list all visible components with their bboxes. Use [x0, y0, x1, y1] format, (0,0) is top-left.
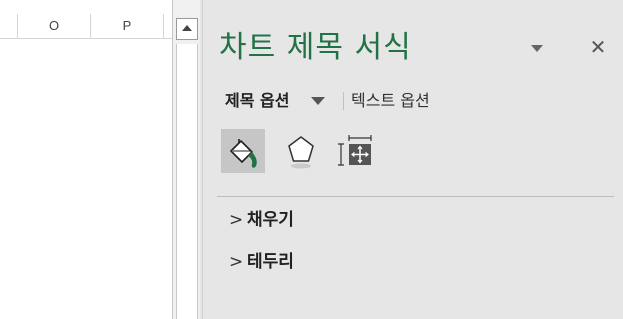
effects-icon — [288, 136, 314, 169]
column-header-partial[interactable] — [0, 14, 18, 38]
pane-close-button[interactable]: ✕ — [587, 36, 609, 58]
fill-line-button[interactable] — [221, 129, 265, 173]
tab-title-options[interactable]: 제목 옵션 — [225, 90, 289, 112]
fill-line-icon — [230, 139, 257, 168]
vertical-scrollbar[interactable] — [172, 0, 200, 319]
scrollbar-track[interactable] — [176, 44, 198, 319]
column-header-o[interactable]: O — [18, 14, 91, 38]
tab-text-options[interactable]: 텍스트 옵션 — [351, 90, 430, 112]
cell-grid[interactable] — [0, 39, 172, 319]
format-chart-title-pane: 차트 제목 서식 ✕ 제목 옵션 텍스트 옵션 > 채우기 > 테두리 — [202, 0, 623, 319]
border-section-header[interactable]: > 테두리 — [229, 250, 294, 274]
column-header-row: O P — [0, 14, 172, 39]
caret-down-icon — [531, 45, 543, 52]
close-icon: ✕ — [589, 35, 607, 59]
column-header-p[interactable]: P — [91, 14, 164, 38]
chevron-right-icon: > — [229, 210, 244, 230]
fill-section-label: 채우기 — [247, 210, 294, 230]
caret-down-icon[interactable] — [311, 97, 325, 105]
arrow-up-icon — [182, 25, 192, 31]
effects-button[interactable] — [279, 129, 323, 173]
pane-title: 차트 제목 서식 — [219, 30, 412, 65]
worksheet-area: O P — [0, 0, 172, 319]
chevron-right-icon: > — [229, 252, 244, 272]
fill-section-header[interactable]: > 채우기 — [229, 208, 294, 232]
pane-options-button[interactable] — [527, 38, 547, 58]
size-properties-button[interactable] — [335, 129, 379, 173]
border-section-label: 테두리 — [247, 252, 294, 272]
size-properties-icon — [338, 135, 372, 166]
scroll-up-button[interactable] — [176, 18, 198, 40]
tab-separator — [343, 92, 344, 110]
section-divider — [217, 196, 614, 197]
